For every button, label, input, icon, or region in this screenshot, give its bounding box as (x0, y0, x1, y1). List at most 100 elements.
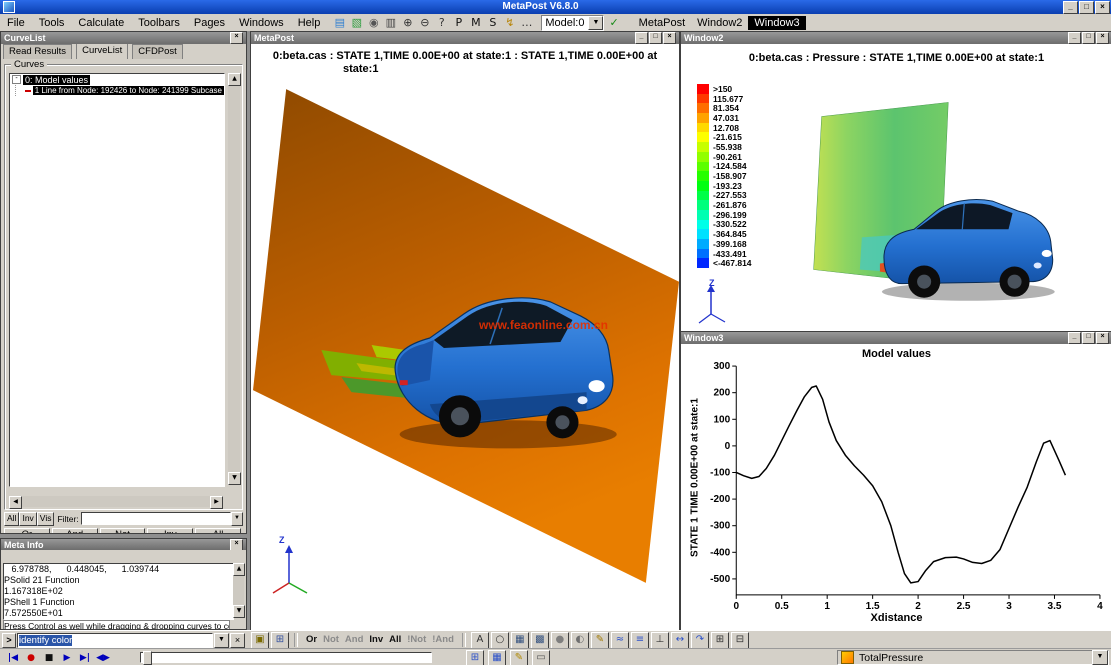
logic-toggle[interactable]: !Not (404, 632, 429, 648)
chevron-down-icon[interactable]: ▼ (588, 16, 603, 30)
comment-icon[interactable]: … (518, 15, 535, 30)
tab-curvelist[interactable]: CurveList (76, 44, 128, 59)
tree-expander-icon[interactable]: - (12, 75, 21, 84)
record-button[interactable]: ● (22, 653, 40, 663)
new-window-icon[interactable]: ⊞ (711, 632, 729, 649)
print-icon[interactable]: ▥ (382, 15, 399, 30)
logic-toggle[interactable]: And (342, 632, 366, 648)
metapost-titlebar[interactable]: MetaPost _ □ × (251, 32, 679, 44)
zoom-in-icon[interactable]: ⊕ (399, 15, 416, 30)
vertical-scrollbar[interactable]: ▲ ▼ (228, 73, 240, 485)
menu-windows[interactable]: Windows (232, 15, 291, 31)
select-inv-button[interactable]: Inv (19, 512, 36, 526)
all-button[interactable]: All (195, 528, 241, 533)
close-icon[interactable]: × (1096, 332, 1109, 344)
geometry-icon[interactable]: ▧ (348, 15, 365, 30)
scroll-down-icon[interactable]: ▼ (228, 472, 241, 485)
logic-toggle[interactable]: !And (429, 632, 457, 648)
command-history-icon[interactable]: ▼ (214, 633, 229, 648)
m-tool-icon[interactable]: M (467, 15, 484, 30)
table-icon[interactable]: ⊞ (466, 650, 484, 665)
zoom-text-icon[interactable]: A (471, 632, 489, 649)
chevron-down-icon[interactable]: ▼ (1092, 650, 1108, 665)
zoom-icon[interactable]: ○ (491, 632, 509, 649)
select-all-button[interactable]: All (4, 512, 19, 526)
tile-windows-icon[interactable]: ⊟ (731, 632, 749, 649)
maximize-icon[interactable]: □ (1082, 32, 1095, 44)
tab-cfdpost[interactable]: CFDPost (132, 44, 183, 59)
minimize-button[interactable]: _ (1063, 1, 1078, 14)
rotate-icon[interactable]: ↷ (691, 632, 709, 649)
vertical-scrollbar[interactable]: ▲ ▼ (233, 563, 244, 618)
scroll-up-icon[interactable]: ▲ (233, 563, 245, 576)
select-vis-button[interactable]: Vis (37, 512, 55, 526)
or-button[interactable]: Or (4, 528, 50, 533)
chart-icon[interactable]: ▦ (488, 650, 506, 665)
menu-toolbars[interactable]: Toolbars (131, 15, 187, 31)
close-icon[interactable]: × (230, 539, 243, 551)
command-input[interactable]: identify color (17, 633, 213, 648)
pencil-icon[interactable]: ✎ (510, 650, 528, 665)
annotate-icon[interactable]: ✎ (591, 632, 609, 649)
camera-icon[interactable]: ◉ (365, 15, 382, 30)
scroll-left-icon[interactable]: ◀ (9, 496, 22, 509)
scroll-up-icon[interactable]: ▲ (228, 73, 241, 86)
command-clear-icon[interactable]: × (230, 633, 245, 648)
filter-input[interactable] (81, 512, 231, 525)
logic-toggle[interactable]: Not (320, 632, 342, 648)
window-tab-metapost[interactable]: MetaPost (633, 16, 691, 30)
menu-tools[interactable]: Tools (32, 15, 72, 31)
tree-item-label[interactable]: 1 Line from Node: 192426 to Node: 241399… (33, 86, 224, 95)
screen-icon[interactable]: ▭ (532, 650, 550, 665)
logic-toggle[interactable]: All (386, 632, 404, 648)
and-button[interactable]: And (52, 528, 98, 533)
menu-calculate[interactable]: Calculate (71, 15, 131, 31)
scroll-right-icon[interactable]: ▶ (210, 496, 223, 509)
window-tab-window3[interactable]: Window3 (748, 16, 805, 30)
maximize-button[interactable]: □ (1079, 1, 1094, 14)
tab-read-results[interactable]: Read Results (3, 44, 72, 59)
shaded-edge-icon[interactable]: ◐ (571, 632, 589, 649)
lock-icon[interactable]: ▣ (251, 632, 269, 649)
curve-plot-icon[interactable]: ≈ (611, 632, 629, 649)
lightning-icon[interactable]: ↯ (501, 15, 518, 30)
grid-lines-icon[interactable]: ≡ (631, 632, 649, 649)
inv-button[interactable]: Inv (147, 528, 193, 533)
animation-slider[interactable] (140, 652, 432, 663)
menu-help[interactable]: Help (291, 15, 328, 31)
curvelist-titlebar[interactable]: CurveList × (1, 32, 246, 44)
s-tool-icon[interactable]: S (484, 15, 501, 30)
skip-start-button[interactable]: |◀ (4, 653, 22, 663)
wireframe-icon[interactable]: ▦ (511, 632, 529, 649)
logic-toggle[interactable]: Inv (366, 632, 386, 648)
window-tab-window2[interactable]: Window2 (691, 16, 748, 30)
close-icon[interactable]: × (230, 32, 243, 44)
menu-file[interactable]: File (0, 15, 32, 31)
pan-arrows-icon[interactable]: ↔ (671, 632, 689, 649)
close-button[interactable]: × (1095, 1, 1110, 14)
result-variable-selector[interactable]: TotalPressure ▼ (837, 650, 1109, 665)
tree-row-model-values[interactable]: - 0: Model values (10, 74, 224, 85)
logic-toggle[interactable]: Or (303, 632, 320, 648)
bounce-button[interactable]: ◀▶ (94, 653, 112, 663)
meta-info-titlebar[interactable]: Meta Info × (1, 539, 246, 550)
axes-icon[interactable]: ⊥ (651, 632, 669, 649)
maximize-icon[interactable]: □ (1082, 332, 1095, 344)
window2-3d-viewport[interactable]: 0:beta.cas : Pressure : STATE 1,TIME 0.0… (681, 44, 1111, 332)
not-button[interactable]: Not (100, 528, 146, 533)
zoom-out-icon[interactable]: ⊖ (416, 15, 433, 30)
tree-row-curve[interactable]: 1 Line from Node: 192426 to Node: 241399… (10, 85, 224, 96)
hidden-line-icon[interactable]: ▩ (531, 632, 549, 649)
horizontal-scrollbar[interactable]: ◀ ▶ (9, 496, 223, 507)
menu-pages[interactable]: Pages (187, 15, 232, 31)
apply-check-icon[interactable]: ✓ (609, 16, 618, 29)
slider-handle[interactable] (143, 651, 152, 665)
minimize-icon[interactable]: _ (1068, 332, 1081, 344)
tree-item-label[interactable]: 0: Model values (23, 75, 90, 85)
close-icon[interactable]: × (1096, 32, 1109, 44)
window3-titlebar[interactable]: Window3 _ □ × (681, 332, 1111, 344)
shaded-icon[interactable]: ● (551, 632, 569, 649)
close-icon[interactable]: × (663, 32, 676, 44)
model-selector[interactable]: Model:0 ▼ (541, 15, 604, 31)
filter-dropdown-icon[interactable]: ▼ (231, 512, 243, 526)
